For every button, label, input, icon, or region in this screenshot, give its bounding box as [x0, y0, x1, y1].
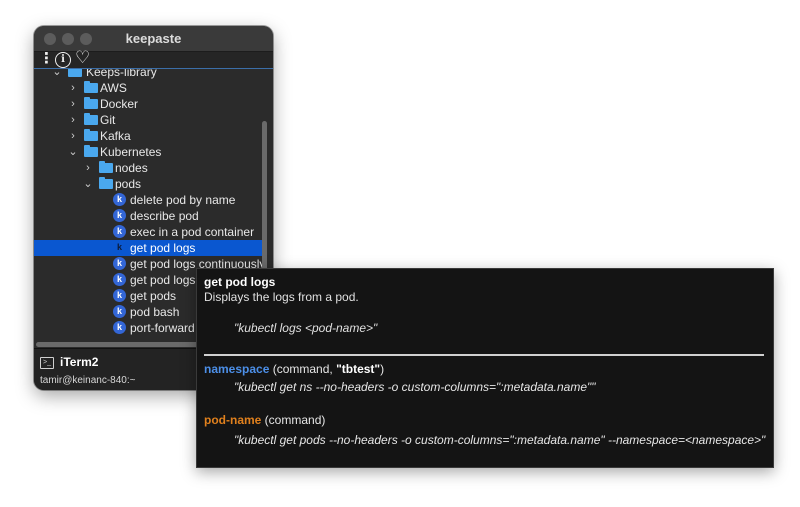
tree-row-aws[interactable]: › AWS	[34, 80, 262, 96]
active-app-name: iTerm2	[60, 355, 99, 369]
keep-details-popup: get pod logs Displays the logs from a po…	[196, 268, 774, 468]
terminal-icon: >_	[40, 357, 54, 369]
tree-row-label: port-forward	[130, 321, 195, 335]
chevron-right-icon[interactable]: ›	[83, 160, 93, 176]
tree-row-git[interactable]: › Git	[34, 112, 262, 128]
tree-row-label: exec in a pod container	[130, 225, 255, 239]
folder-icon	[68, 69, 82, 77]
folder-icon	[99, 161, 113, 173]
argument-kind: (command,	[269, 362, 337, 376]
tree-row-label: AWS	[100, 81, 127, 95]
chevron-right-icon[interactable]: ›	[68, 128, 78, 144]
heart-icon[interactable]: ♡	[75, 49, 90, 66]
popup-title: get pod logs	[204, 275, 276, 289]
tree-row-label: Git	[100, 113, 116, 127]
tree-row-label: get pod logs	[130, 273, 196, 287]
kubernetes-keep-icon: k	[113, 305, 126, 318]
kubernetes-keep-icon: k	[113, 193, 126, 206]
chevron-right-icon[interactable]: ›	[68, 96, 78, 112]
tree-row-kafka[interactable]: › Kafka	[34, 128, 262, 144]
chevron-down-icon[interactable]: ⌄	[83, 176, 93, 192]
kubernetes-keep-icon: k	[113, 321, 126, 334]
tree-row-keeps-library[interactable]: ⌄ Keeps-library	[34, 69, 262, 80]
active-app-window: tamir@keinanc-840:~	[40, 375, 136, 386]
folder-icon	[84, 81, 98, 93]
folder-icon	[84, 113, 98, 125]
tree-row-label: pod bash	[130, 305, 180, 319]
folder-icon	[99, 177, 113, 189]
tree-row-label: Kubernetes	[100, 145, 162, 159]
kubernetes-keep-icon: k	[113, 289, 126, 302]
tree-row-keep[interactable]: k delete pod by name	[34, 192, 262, 208]
window-title: keepaste	[125, 31, 182, 46]
tree-row-label: Keeps-library	[86, 69, 157, 79]
tree-row-label: get pod logs	[130, 241, 196, 255]
tree-row-label: Kafka	[100, 129, 131, 143]
kubernetes-keep-icon: k	[113, 273, 126, 286]
title-bar[interactable]: keepaste	[34, 26, 273, 52]
folder-icon	[84, 97, 98, 109]
argument-default: "tbtest"	[336, 362, 381, 376]
tree-row-label: delete pod by name	[130, 193, 236, 207]
kubernetes-keep-icon: k	[113, 209, 126, 222]
argument-name: pod-name	[204, 413, 262, 427]
kubernetes-keep-icon: k	[113, 225, 126, 238]
tree-row-label: nodes	[115, 161, 148, 175]
tree-row-label: pods	[115, 177, 142, 191]
tree-row-label: Docker	[100, 97, 139, 111]
popup-command: "kubectl logs <pod-name>"	[234, 321, 378, 335]
argument-kind: (command)	[261, 413, 326, 427]
chevron-down-icon[interactable]: ⌄	[68, 144, 78, 160]
kubernetes-keep-icon: k	[113, 257, 126, 270]
chevron-right-icon[interactable]: ›	[68, 80, 78, 96]
tree-row-keep-selected[interactable]: k get pod logs	[34, 240, 262, 256]
tree-row-pods[interactable]: ⌄ pods	[34, 176, 262, 192]
kebab-menu-icon[interactable]: ⋮	[39, 51, 54, 67]
popup-description: Displays the logs from a pod.	[204, 290, 359, 304]
tree-row-docker[interactable]: › Docker	[34, 96, 262, 112]
kubernetes-keep-icon: k	[116, 242, 122, 252]
tree-row-kubernetes[interactable]: ⌄ Kubernetes	[34, 144, 262, 160]
toolbar: ⋮ i ♡	[34, 49, 273, 69]
argument-kind-end: )	[380, 362, 385, 376]
folder-icon	[84, 129, 98, 141]
folder-icon	[84, 145, 98, 157]
tree-row-label: get pods	[130, 289, 177, 303]
tree-row-label: describe pod	[130, 209, 199, 223]
info-icon[interactable]: i	[55, 52, 71, 68]
tree-row-nodes[interactable]: › nodes	[34, 160, 262, 176]
argument-pod-name: pod-name (command)	[204, 413, 325, 427]
argument-name: namespace	[204, 362, 270, 376]
popup-divider	[204, 354, 764, 356]
argument-command: "kubectl get ns --no-headers -o custom-c…	[234, 380, 596, 394]
chevron-down-icon[interactable]: ⌄	[52, 69, 62, 80]
argument-namespace: namespace (command, "tbtest")	[204, 362, 384, 376]
tree-row-keep[interactable]: k describe pod	[34, 208, 262, 224]
argument-command: "kubectl get pods --no-headers -o custom…	[234, 433, 766, 447]
chevron-right-icon[interactable]: ›	[68, 112, 78, 128]
tree-row-keep[interactable]: k exec in a pod container	[34, 224, 262, 240]
